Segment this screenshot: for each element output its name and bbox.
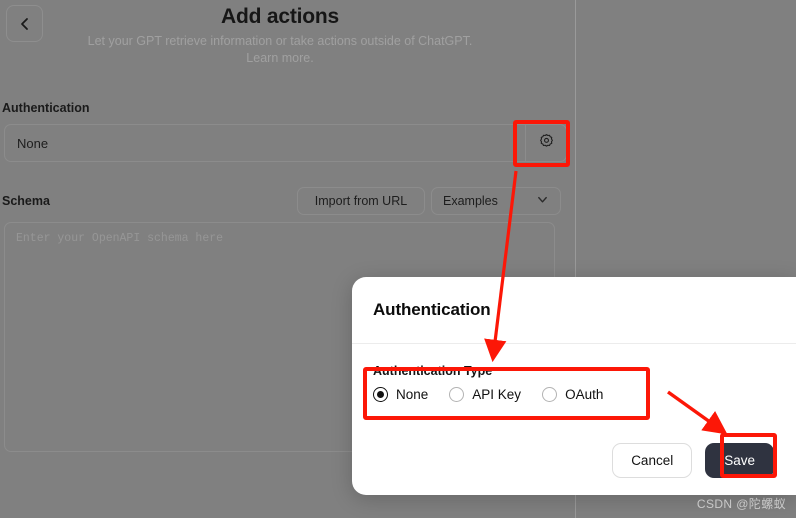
learn-more-link[interactable]: Learn more.: [246, 51, 313, 65]
authentication-settings-button[interactable]: [525, 125, 566, 161]
authentication-type-label: Authentication Type: [373, 364, 493, 378]
radio-button-oauth[interactable]: [542, 387, 558, 402]
modal-footer: Cancel Save: [612, 443, 774, 478]
import-from-url-button[interactable]: Import from URL: [297, 187, 425, 215]
examples-label: Examples: [443, 194, 498, 208]
radio-button-api-key[interactable]: [449, 387, 465, 402]
radio-button-none[interactable]: [373, 387, 388, 402]
radio-label-none: None: [396, 387, 429, 402]
authentication-value: None: [17, 135, 49, 151]
cancel-button[interactable]: Cancel: [612, 443, 693, 478]
watermark: CSDN @陀螺蚁: [696, 497, 786, 511]
modal-title: Authentication: [373, 300, 491, 319]
chevron-down-icon: [536, 193, 549, 209]
radio-option-api-key[interactable]: API Key: [449, 387, 521, 402]
schema-placeholder: Enter your OpenAPI schema here: [16, 232, 224, 245]
radio-label-oauth: OAuth: [565, 387, 604, 402]
authentication-label: Authentication: [2, 101, 90, 115]
page-title: Add actions: [221, 5, 339, 28]
modal-header: Authentication: [352, 277, 796, 344]
schema-label: Schema: [2, 194, 50, 208]
radio-option-none[interactable]: None: [373, 387, 428, 402]
chevron-left-icon: [18, 17, 32, 31]
modal-body: Authentication Type None API Key OAuth: [352, 344, 796, 402]
authentication-field[interactable]: None: [4, 124, 567, 162]
screenshot-root: Add actions Let your GPT retrieve inform…: [0, 0, 796, 518]
page-subtitle-line1: Let your GPT retrieve information or tak…: [87, 34, 473, 48]
authentication-modal: Authentication Authentication Type None …: [352, 277, 796, 495]
examples-dropdown[interactable]: Examples: [431, 187, 561, 215]
gear-icon: [539, 133, 554, 153]
page-subtitle: Let your GPT retrieve information or tak…: [40, 33, 520, 67]
radio-option-oauth[interactable]: OAuth: [542, 387, 603, 402]
back-button[interactable]: [6, 5, 43, 42]
radio-label-api-key: API Key: [472, 387, 522, 402]
authentication-type-radio-group: None API Key OAuth: [373, 387, 775, 402]
save-button[interactable]: Save: [705, 443, 774, 478]
